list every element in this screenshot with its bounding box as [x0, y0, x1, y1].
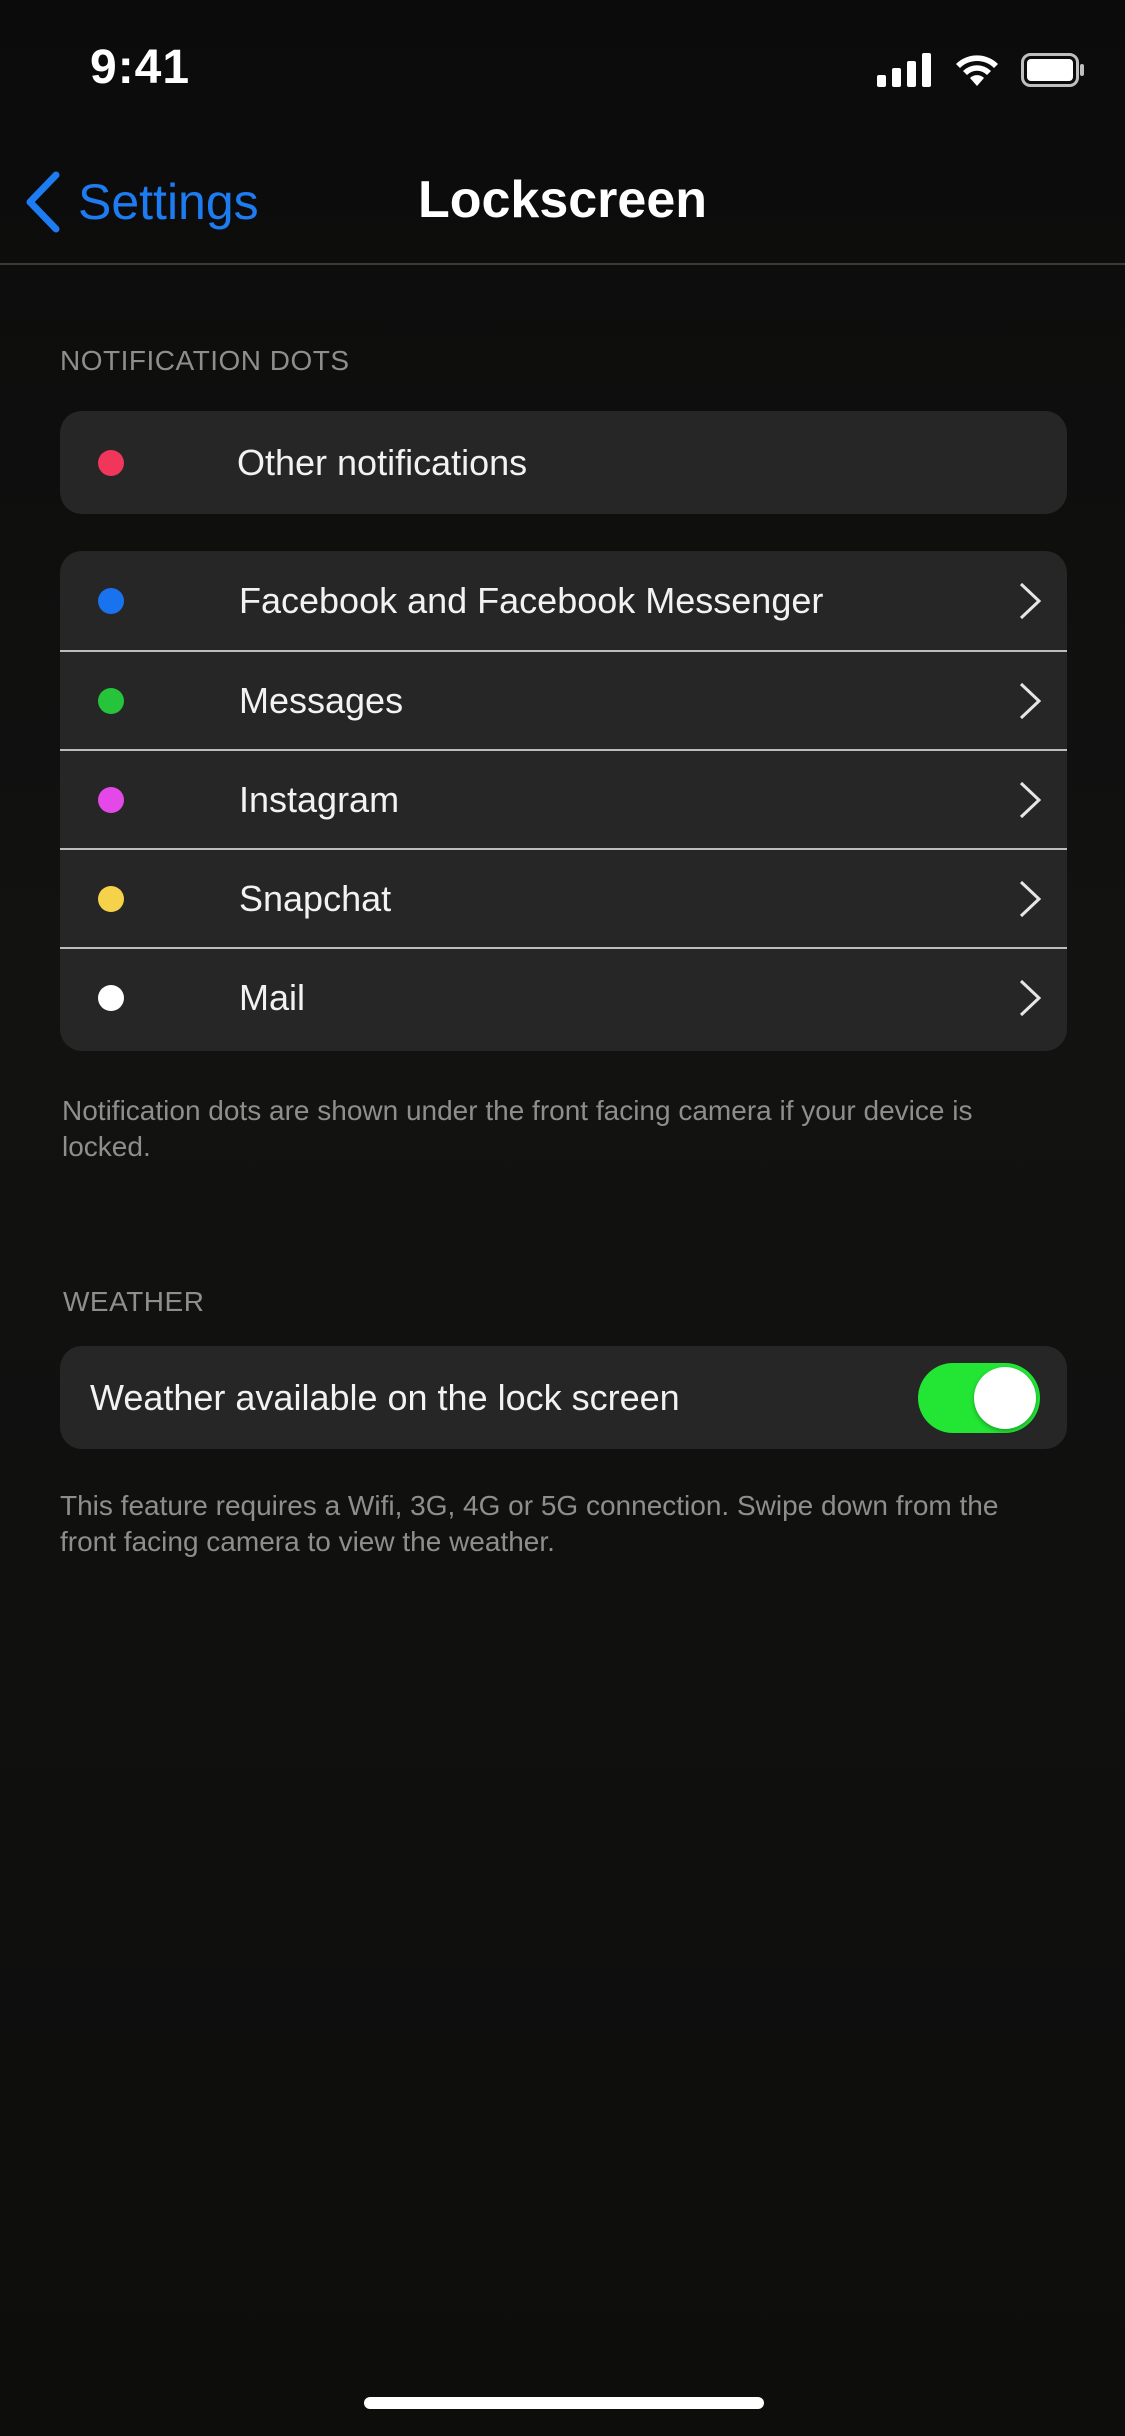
weather-card: Weather available on the lock screen	[60, 1346, 1067, 1449]
chevron-right-icon	[1019, 582, 1042, 619]
chevron-right-icon	[1019, 979, 1042, 1017]
status-bar: 9:41	[0, 0, 1125, 140]
notification-dot-icon	[98, 885, 124, 912]
row-label: Facebook and Facebook Messenger	[239, 579, 824, 621]
list-item-facebook[interactable]: Facebook and Facebook Messenger	[60, 551, 1067, 650]
row-label: Instagram	[239, 778, 400, 820]
battery-icon	[1021, 53, 1084, 87]
list-item-other-notifications[interactable]: Other notifications	[60, 411, 1067, 514]
wifi-icon	[956, 55, 998, 86]
chevron-right-icon	[1019, 682, 1042, 719]
row-label: Messages	[239, 679, 404, 721]
page-title: Lockscreen	[417, 171, 708, 229]
notification-dot-icon	[98, 687, 124, 714]
section-header-notification-dots: NOTIFICATION DOTS	[60, 345, 350, 376]
list-item-snapchat[interactable]: Snapchat	[60, 848, 1067, 947]
row-label: Mail	[239, 977, 306, 1018]
weather-toggle-switch[interactable]	[918, 1362, 1040, 1433]
weather-toggle-row: Weather available on the lock screen	[60, 1346, 1067, 1449]
notification-dot-icon	[98, 449, 124, 476]
chevron-right-icon	[1019, 880, 1042, 917]
navigation-bar: Settings Lockscreen	[0, 140, 1125, 265]
row-label: Snapchat	[239, 877, 392, 919]
notification-dot-icon	[98, 786, 124, 813]
app-notifications-card: Facebook and Facebook Messenger Messages…	[60, 551, 1067, 1051]
list-item-mail[interactable]: Mail	[60, 947, 1067, 1047]
list-item-instagram[interactable]: Instagram	[60, 749, 1067, 848]
notification-dot-icon	[98, 587, 124, 614]
section-header-weather: WEATHER	[63, 1286, 205, 1317]
notification-dots-footnote: Notification dots are shown under the fr…	[62, 1095, 973, 1162]
chevron-right-icon	[1019, 781, 1042, 818]
weather-toggle-label: Weather available on the lock screen	[90, 1376, 680, 1418]
toggle-knob	[974, 1366, 1036, 1429]
other-notifications-card: Other notifications	[60, 411, 1067, 514]
status-icons	[877, 48, 1085, 92]
list-item-messages[interactable]: Messages	[60, 650, 1067, 749]
notification-dot-icon	[98, 985, 124, 1011]
lockscreen-settings-screen: 9:41 Settings Lockscreen NOTIFICATION DO…	[0, 0, 1125, 2436]
status-time: 9:41	[90, 41, 191, 94]
weather-footnote: This feature requires a Wifi, 3G, 4G or …	[60, 1490, 999, 1557]
home-indicator	[364, 2397, 764, 2409]
cellular-signal-icon	[877, 53, 931, 87]
row-label: Other notifications	[237, 441, 528, 483]
